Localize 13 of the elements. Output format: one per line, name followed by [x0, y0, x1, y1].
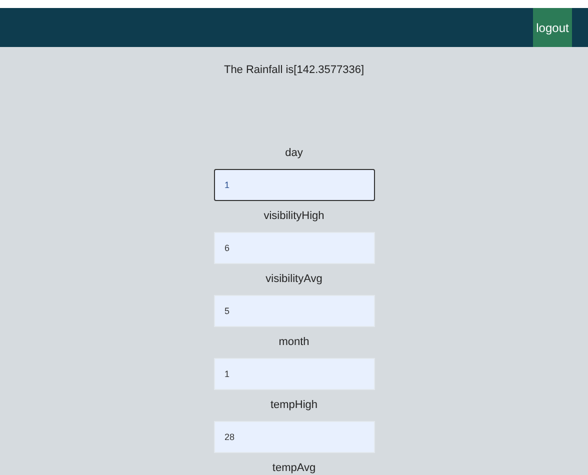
field-label: month	[278, 334, 310, 350]
input-field[interactable]: 28	[214, 420, 374, 452]
input-field[interactable]: 1	[214, 168, 374, 200]
logout-button[interactable]: logout	[533, 8, 572, 47]
input-field[interactable]: 1	[214, 358, 374, 390]
field-label: visibilityAvg	[266, 272, 322, 287]
field-label: visibilityHigh	[264, 208, 324, 224]
field-label: day	[285, 146, 303, 161]
field-label: tempHigh	[270, 398, 318, 413]
input-field[interactable]: 5	[214, 294, 374, 326]
input-field[interactable]: 6	[214, 232, 374, 264]
field-label: tempAvg	[272, 460, 316, 475]
result-text: The Rainfall is[142.3577336]	[224, 63, 364, 78]
